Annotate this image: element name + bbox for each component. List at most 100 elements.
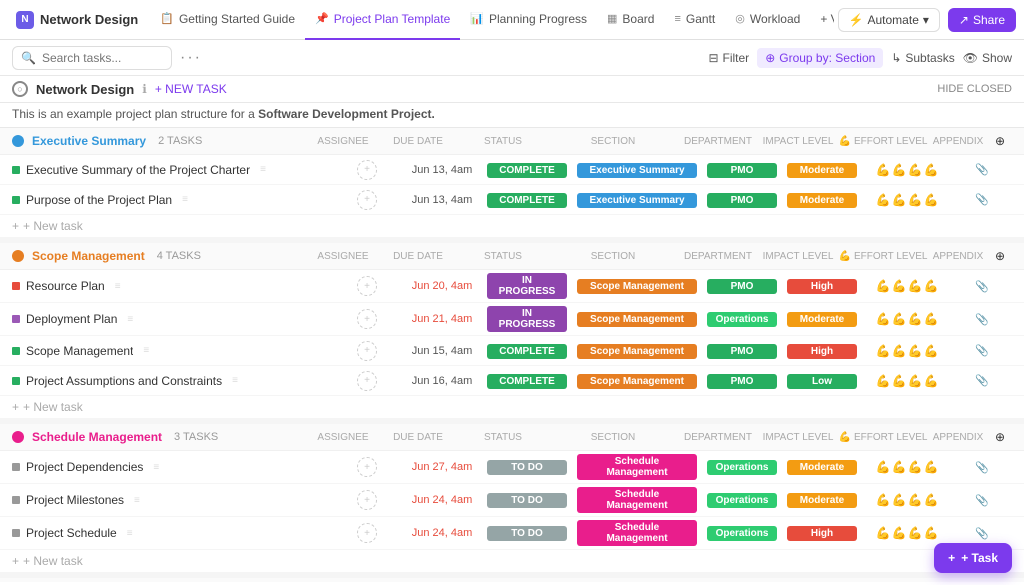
task-row[interactable]: Project Schedule ≡ + Jun 24, 4am TO DO S… <box>0 517 1024 550</box>
task-dept: Operations <box>702 311 782 327</box>
new-task-row[interactable]: ++ New task <box>0 215 1024 237</box>
task-status: COMPLETE <box>482 162 572 178</box>
impact-badge: Moderate <box>787 193 857 208</box>
share-button[interactable]: ↗ Share <box>948 8 1016 32</box>
col-impact-header: IMPACT LEVEL <box>758 136 838 147</box>
task-row[interactable]: Project Dependencies ≡ + Jun 27, 4am TO … <box>0 451 1024 484</box>
task-row[interactable]: Project Assumptions and Constraints ≡ + … <box>0 366 1024 396</box>
assign-button[interactable]: + <box>357 490 377 510</box>
status-badge: COMPLETE <box>487 374 567 389</box>
col-effort-header: 💪EFFORT LEVEL <box>838 251 928 262</box>
task-impact: Low <box>782 373 862 389</box>
new-task-row[interactable]: ++ New task <box>0 396 1024 418</box>
task-info: Project Dependencies ≡ <box>12 460 332 474</box>
dept-badge: PMO <box>707 163 777 178</box>
task-color-dot <box>12 166 20 174</box>
app-logo[interactable]: N Network Design <box>8 11 146 29</box>
effort-icon: 💪 <box>876 344 891 358</box>
assign-button[interactable]: + <box>357 160 377 180</box>
section-badge: Scope Management <box>577 312 697 327</box>
dept-badge: PMO <box>707 279 777 294</box>
task-comment-icon: ≡ <box>153 462 159 473</box>
task-name: Project Schedule <box>26 526 117 540</box>
tab-planning-progress[interactable]: 📊 Planning Progress <box>460 0 597 40</box>
assign-button[interactable]: + <box>357 341 377 361</box>
task-name: Purpose of the Project Plan <box>26 193 172 207</box>
appendix-icon: 📎 <box>975 461 989 474</box>
effort-icon: 💪 <box>892 344 907 358</box>
assign-button[interactable]: + <box>357 309 377 329</box>
tab-board[interactable]: ▦ Board <box>597 0 664 40</box>
assign-button[interactable]: + <box>357 371 377 391</box>
task-info: Project Assumptions and Constraints ≡ <box>12 374 332 388</box>
task-assignee: + <box>332 457 402 477</box>
col-add-header[interactable]: ⊕ <box>988 249 1012 263</box>
col-add-header[interactable]: ⊕ <box>988 134 1012 148</box>
new-task-row[interactable]: ++ New task <box>0 550 1024 572</box>
group-icon: ⊕ <box>765 51 775 65</box>
effort-icon: 💪 <box>876 460 891 474</box>
col-add-header[interactable]: ⊕ <box>988 430 1012 444</box>
filter-button[interactable]: ⊟ Filter <box>708 51 749 65</box>
tab-workload[interactable]: ◎ Workload <box>725 0 810 40</box>
automate-icon: ⚡ <box>849 13 864 27</box>
task-dept: Operations <box>702 492 782 508</box>
task-status: COMPLETE <box>482 343 572 359</box>
tab-gantt[interactable]: ≡ Gantt <box>664 0 725 40</box>
subtasks-button[interactable]: ↳ Subtasks <box>891 51 954 65</box>
hide-closed-button[interactable]: HIDE CLOSED <box>937 83 1012 95</box>
task-status: TO DO <box>482 459 572 475</box>
main-content: Executive Summary 2 TASKS ASSIGNEE DUE D… <box>0 128 1024 582</box>
assign-button[interactable]: + <box>357 457 377 477</box>
new-task-button[interactable]: + NEW TASK <box>155 82 227 96</box>
col-dept-header: DEPARTMENT <box>678 432 758 443</box>
task-comment-icon: ≡ <box>182 194 188 205</box>
group-by-button[interactable]: ⊕ Group by: Section <box>757 48 883 68</box>
tab-icon: ≡ <box>674 13 680 25</box>
effort-icon: 💪 <box>892 193 907 207</box>
task-row[interactable]: Purpose of the Project Plan ≡ + Jun 13, … <box>0 185 1024 215</box>
section-header-schedule-management: Schedule Management 3 TASKS ASSIGNEE DUE… <box>0 424 1024 451</box>
task-row[interactable]: Executive Summary of the Project Charter… <box>0 155 1024 185</box>
task-row[interactable]: Resource Plan ≡ + Jun 20, 4am IN PROGRES… <box>0 270 1024 303</box>
assign-button[interactable]: + <box>357 190 377 210</box>
task-section: Scope Management <box>572 311 702 327</box>
task-effort: 💪💪💪💪 <box>862 374 952 388</box>
effort-icon: 💪 <box>923 526 938 540</box>
task-comment-icon: ≡ <box>134 495 140 506</box>
project-info-icon[interactable]: ℹ <box>142 82 147 96</box>
task-appendix: 📎 <box>952 193 1012 206</box>
task-row[interactable]: Scope Management ≡ + Jun 15, 4am COMPLET… <box>0 336 1024 366</box>
task-row[interactable]: Deployment Plan ≡ + Jun 21, 4am IN PROGR… <box>0 303 1024 336</box>
col-impact-header: IMPACT LEVEL <box>758 251 838 262</box>
assign-button[interactable]: + <box>357 523 377 543</box>
task-color-dot <box>12 496 20 504</box>
effort-icon: 💪 <box>908 312 923 326</box>
more-options-icon[interactable]: ··· <box>180 49 202 67</box>
search-box[interactable]: 🔍 <box>12 46 172 70</box>
task-appendix: 📎 <box>952 313 1012 326</box>
col-assignee-header: ASSIGNEE <box>308 251 378 262</box>
impact-badge: Moderate <box>787 493 857 508</box>
col-section-header: SECTION <box>548 136 678 147</box>
add-task-float-button[interactable]: + + Task <box>934 543 1012 573</box>
status-badge: TO DO <box>487 460 567 475</box>
automate-button[interactable]: ⚡ Automate ▾ <box>838 8 940 32</box>
task-row[interactable]: Project Milestones ≡ + Jun 24, 4am TO DO… <box>0 484 1024 517</box>
project-name: Network Design <box>36 82 134 97</box>
tab-getting-started[interactable]: 📋 Getting Started Guide <box>150 0 305 40</box>
task-color-dot <box>12 347 20 355</box>
effort-icon: 💪 <box>923 493 938 507</box>
tab-project-plan[interactable]: 📌 Project Plan Template <box>305 0 460 40</box>
show-button[interactable]: 👁 Show <box>963 51 1012 65</box>
tab-icon: ▦ <box>607 12 617 25</box>
appendix-icon: 📎 <box>975 313 989 326</box>
task-due-date: Jun 24, 4am <box>402 494 482 506</box>
column-headers: ASSIGNEE DUE DATE STATUS SECTION DEPARTM… <box>308 134 1012 148</box>
search-input[interactable] <box>42 51 152 65</box>
assign-button[interactable]: + <box>357 276 377 296</box>
effort-icon: 💪 <box>908 193 923 207</box>
appendix-icon: 📎 <box>975 344 989 357</box>
task-comment-icon: ≡ <box>127 528 133 539</box>
tab-add-view[interactable]: + View <box>810 0 833 40</box>
